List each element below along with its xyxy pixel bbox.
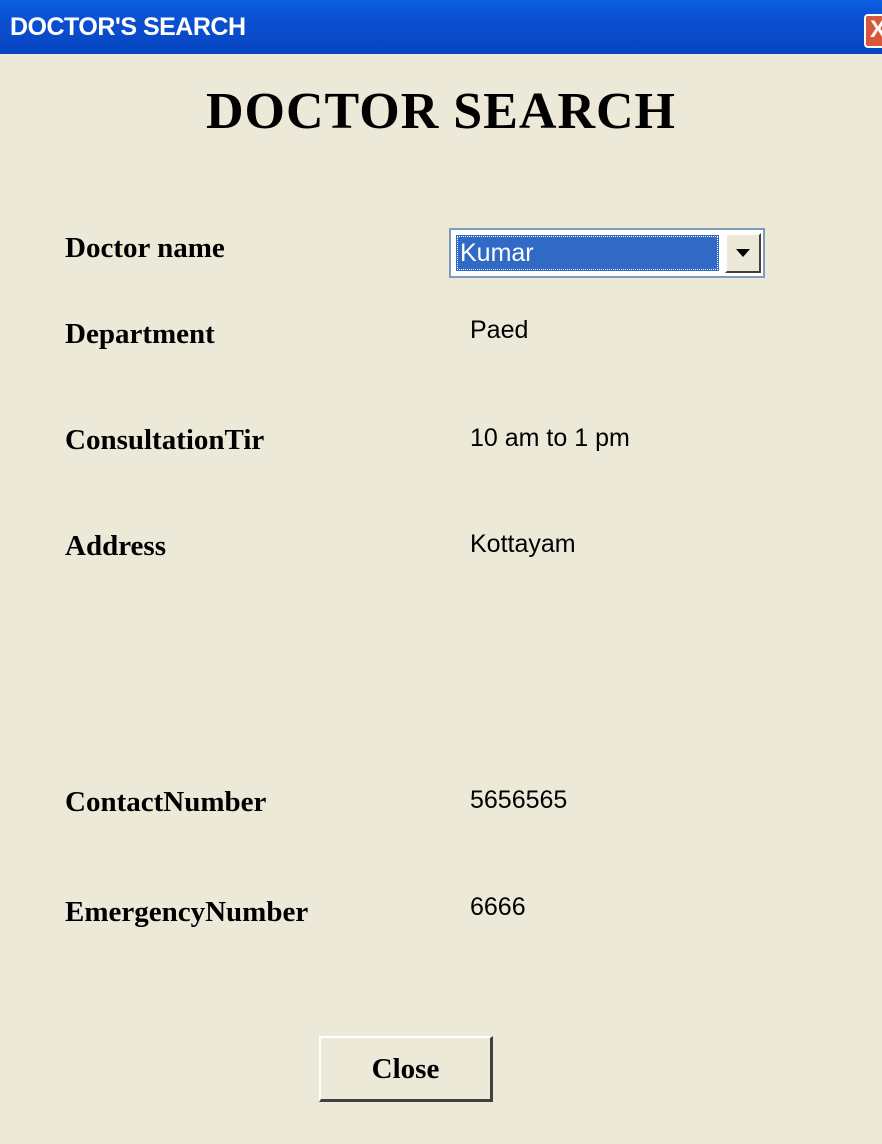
department-value: Paed [470,316,529,344]
page-title: DOCTOR SEARCH [205,83,676,140]
window-title: DOCTOR'S SEARCH [10,13,246,41]
close-icon[interactable]: X [864,14,882,48]
doctor-name-label: Doctor name [65,232,225,264]
emergency-number-label: EmergencyNumber [65,896,309,928]
consultation-time-value: 10 am to 1 pm [470,424,630,452]
title-bar[interactable]: DOCTOR'S SEARCH X [0,0,882,54]
consultation-time-label: ConsultationTir [65,424,265,456]
doctor-name-selected-value[interactable]: Kumar [456,235,719,271]
doctor-search-window: DOCTOR'S SEARCH X DOCTOR SEARCH Doctor n… [0,0,882,1144]
dropdown-button[interactable] [725,233,761,273]
chevron-down-icon [736,249,750,257]
contact-number-value: 5656565 [470,786,568,814]
department-label: Department [65,318,215,350]
contact-number-label: ContactNumber [65,786,267,818]
address-label: Address [65,530,166,562]
doctor-name-select[interactable]: Kumar [449,228,765,278]
emergency-number-value: 6666 [470,893,526,921]
address-value: Kottayam [470,530,576,558]
close-button[interactable]: Close [319,1036,493,1102]
